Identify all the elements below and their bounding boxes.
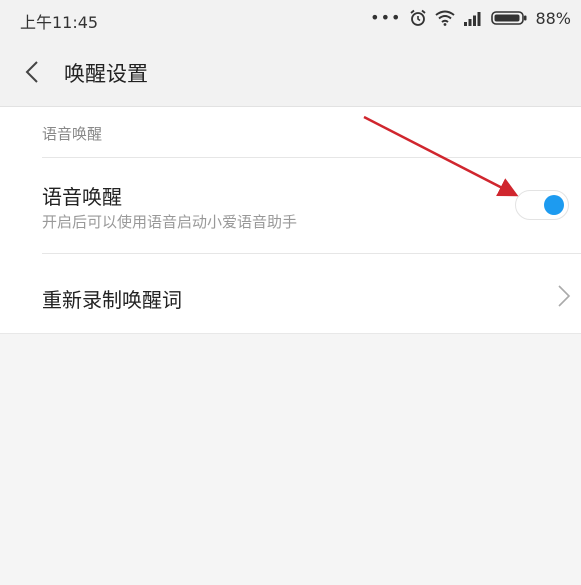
wifi-icon xyxy=(435,10,456,26)
title-bar: 唤醒设置 xyxy=(0,38,581,107)
page-title: 唤醒设置 xyxy=(64,62,148,86)
signal-icon xyxy=(464,12,481,26)
battery-icon xyxy=(491,11,527,25)
chevron-right-icon xyxy=(558,285,571,307)
battery-percent: 88% xyxy=(535,8,571,28)
rerecord-wakeword-title: 重新录制唤醒词 xyxy=(42,288,182,312)
section-label: 语音唤醒 xyxy=(42,125,103,143)
settings-list: 语音唤醒 语音唤醒 开启后可以使用语音启动小爱语音助手 重新录制唤醒词 xyxy=(0,107,581,334)
voice-wakeup-toggle[interactable] xyxy=(515,190,569,220)
more-dots-icon: ••• xyxy=(370,8,402,27)
status-bar: 上午11:45 ••• 88% xyxy=(0,0,581,38)
divider xyxy=(42,157,581,158)
voice-wakeup-title: 语音唤醒 xyxy=(42,185,122,209)
alarm-icon xyxy=(410,9,427,26)
divider xyxy=(42,253,581,254)
chevron-left-icon[interactable] xyxy=(22,60,42,84)
toggle-knob xyxy=(544,195,564,215)
status-icons: ••• 88% xyxy=(370,8,571,28)
voice-wakeup-subtitle: 开启后可以使用语音启动小爱语音助手 xyxy=(42,213,298,231)
status-time: 上午11:45 xyxy=(20,13,99,32)
